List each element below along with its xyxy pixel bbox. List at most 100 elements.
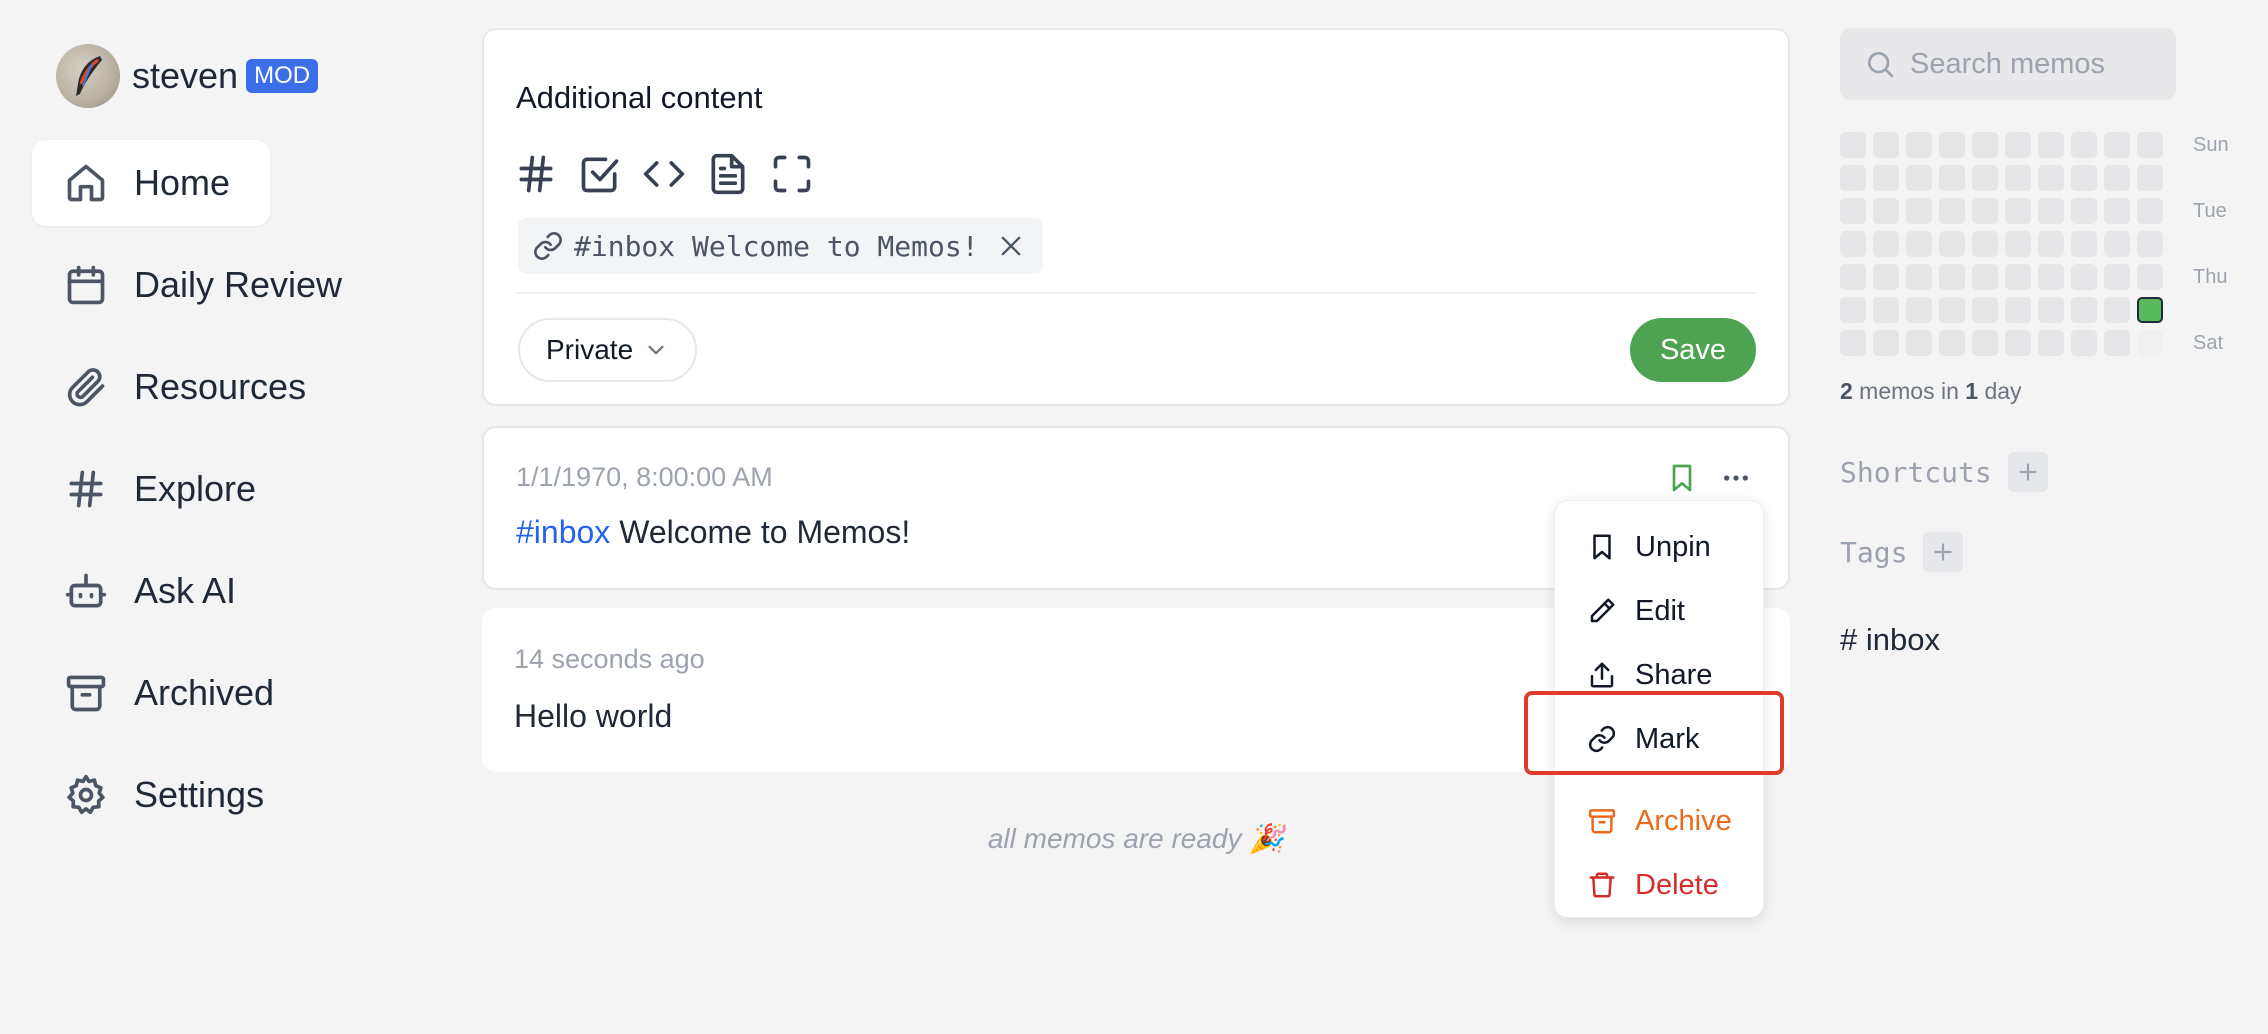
close-icon[interactable] <box>997 232 1025 260</box>
heatmap-cell[interactable] <box>2038 264 2064 290</box>
heatmap-cell[interactable] <box>1939 264 1965 290</box>
menu-item-share[interactable]: Share <box>1555 643 1763 707</box>
heatmap-cell[interactable] <box>1972 330 1998 356</box>
heatmap-cell[interactable] <box>1873 297 1899 323</box>
checkbox-icon[interactable] <box>578 152 622 196</box>
heatmap-cell[interactable] <box>1972 198 1998 224</box>
menu-item-delete[interactable]: Delete <box>1555 853 1763 917</box>
add-shortcut-button[interactable] <box>2007 452 2048 492</box>
heatmap-cell[interactable] <box>1939 198 1965 224</box>
sidebar-item-settings[interactable]: Settings <box>32 752 304 838</box>
heatmap-cell[interactable] <box>1873 198 1899 224</box>
add-tag-button[interactable] <box>1923 532 1964 572</box>
heatmap-cell[interactable] <box>2071 330 2097 356</box>
user-profile[interactable]: steven MOD <box>56 44 319 108</box>
avatar[interactable] <box>56 44 120 108</box>
heatmap-cell[interactable] <box>1906 198 1932 224</box>
heatmap-cell[interactable] <box>2137 198 2163 224</box>
search-input[interactable] <box>1910 47 2160 81</box>
heatmap-cell[interactable] <box>1840 165 1866 191</box>
heatmap-cell[interactable] <box>2038 231 2064 257</box>
heatmap-cell[interactable] <box>2071 165 2097 191</box>
heatmap-cell[interactable] <box>2137 165 2163 191</box>
heatmap-cell[interactable] <box>1972 165 1998 191</box>
heatmap-cell[interactable] <box>2005 330 2031 356</box>
heatmap-cell[interactable] <box>2005 297 2031 323</box>
memo-timestamp[interactable]: 1/1/1970, 8:00:00 AM <box>516 462 773 493</box>
sidebar-item-ask-ai[interactable]: Ask AI <box>32 548 276 634</box>
heatmap-cell[interactable] <box>1939 165 1965 191</box>
save-button[interactable]: Save <box>1630 318 1756 382</box>
file-icon[interactable] <box>706 152 750 196</box>
heatmap-cell[interactable] <box>2071 132 2097 158</box>
heatmap-cell[interactable] <box>1840 264 1866 290</box>
heatmap-cell[interactable] <box>2005 198 2031 224</box>
heatmap-cell[interactable] <box>2137 297 2163 323</box>
sidebar-item-daily-review[interactable]: Daily Review <box>32 242 382 328</box>
heatmap-cell[interactable] <box>1906 165 1932 191</box>
heatmap-cell[interactable] <box>2137 132 2163 158</box>
heatmap-cell[interactable] <box>2137 231 2163 257</box>
heatmap-cell[interactable] <box>1972 132 1998 158</box>
heatmap-cell[interactable] <box>2005 264 2031 290</box>
heatmap-cell[interactable] <box>1873 231 1899 257</box>
heatmap-cell[interactable] <box>1939 297 1965 323</box>
more-icon[interactable] <box>1720 462 1752 494</box>
relation-chip[interactable]: #inbox Welcome to Memos! <box>518 218 1043 274</box>
heatmap-cell[interactable] <box>2104 198 2130 224</box>
sidebar-item-home[interactable]: Home <box>32 140 271 226</box>
heatmap-cell[interactable] <box>2104 231 2130 257</box>
heatmap-cell[interactable] <box>1873 330 1899 356</box>
heatmap-cell[interactable] <box>1840 297 1866 323</box>
sidebar-item-archived[interactable]: Archived <box>32 650 314 736</box>
heatmap-cell[interactable] <box>2137 330 2163 356</box>
menu-item-edit[interactable]: Edit <box>1555 579 1763 643</box>
fullscreen-icon[interactable] <box>770 152 814 196</box>
heatmap-cell[interactable] <box>2038 198 2064 224</box>
heatmap-cell[interactable] <box>1906 264 1932 290</box>
heatmap-cell[interactable] <box>2071 231 2097 257</box>
heatmap-cell[interactable] <box>2005 132 2031 158</box>
heatmap-cell[interactable] <box>2038 297 2064 323</box>
heatmap-cell[interactable] <box>2071 198 2097 224</box>
heatmap-cell[interactable] <box>1906 330 1932 356</box>
heatmap-cell[interactable] <box>1840 231 1866 257</box>
search-box[interactable] <box>1840 28 2176 100</box>
heatmap-cell[interactable] <box>1939 330 1965 356</box>
menu-item-mark[interactable]: Mark <box>1555 707 1763 771</box>
heatmap-cell[interactable] <box>1840 330 1866 356</box>
menu-item-archive[interactable]: Archive <box>1555 789 1763 853</box>
menu-item-unpin[interactable]: Unpin <box>1555 515 1763 579</box>
visibility-select[interactable]: Private <box>518 318 698 382</box>
heatmap-cell[interactable] <box>1906 132 1932 158</box>
memo-tag-link[interactable]: #inbox <box>516 514 610 550</box>
heatmap-cell[interactable] <box>2005 231 2031 257</box>
heatmap-cell[interactable] <box>1972 297 1998 323</box>
heatmap-cell[interactable] <box>1873 165 1899 191</box>
heatmap-cell[interactable] <box>1873 132 1899 158</box>
heatmap-cell[interactable] <box>2104 330 2130 356</box>
memo-timestamp[interactable]: 14 seconds ago <box>514 644 705 675</box>
heatmap-cell[interactable] <box>2005 165 2031 191</box>
heatmap-cell[interactable] <box>1939 231 1965 257</box>
heatmap-cell[interactable] <box>2071 264 2097 290</box>
heatmap-cell[interactable] <box>1939 132 1965 158</box>
heatmap-cell[interactable] <box>2104 297 2130 323</box>
heatmap-cell[interactable] <box>1972 264 1998 290</box>
heatmap-cell[interactable] <box>2137 264 2163 290</box>
code-icon[interactable] <box>642 152 686 196</box>
sidebar-item-explore[interactable]: Explore <box>32 446 296 532</box>
heatmap-cell[interactable] <box>2104 165 2130 191</box>
heatmap-cell[interactable] <box>2104 132 2130 158</box>
heatmap-cell[interactable] <box>1972 231 1998 257</box>
heatmap-cell[interactable] <box>1873 264 1899 290</box>
heatmap-cell[interactable] <box>2038 165 2064 191</box>
heatmap-cell[interactable] <box>2038 132 2064 158</box>
bookmark-icon[interactable] <box>1666 462 1698 494</box>
heatmap-cell[interactable] <box>1840 132 1866 158</box>
editor-content[interactable]: Additional content <box>516 80 762 116</box>
hash-icon[interactable] <box>514 152 558 196</box>
heatmap-cell[interactable] <box>2104 264 2130 290</box>
heatmap-cell[interactable] <box>1840 198 1866 224</box>
heatmap-cell[interactable] <box>2071 297 2097 323</box>
